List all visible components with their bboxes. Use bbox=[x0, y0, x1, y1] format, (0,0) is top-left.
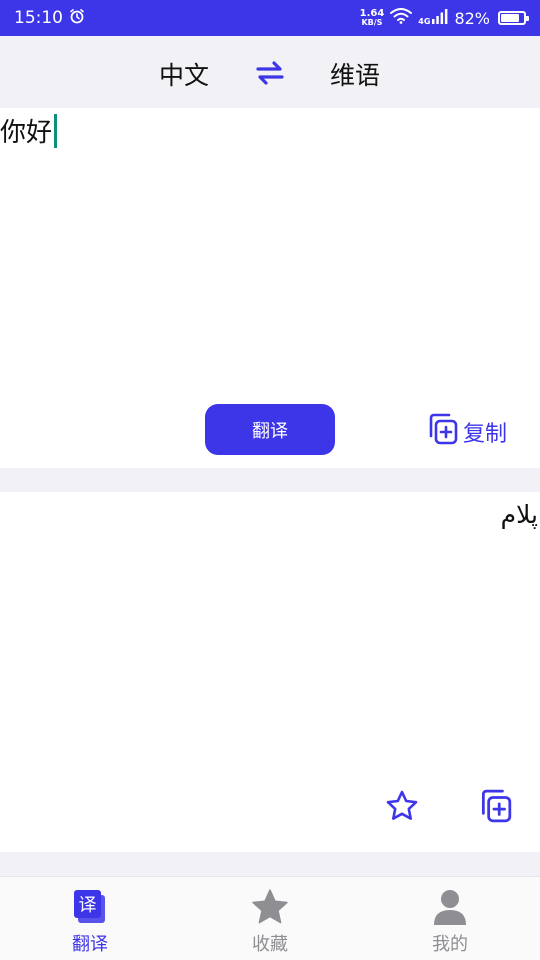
status-time: 15:10 bbox=[14, 8, 63, 28]
bottom-navigation: 译 翻译 收藏 我的 bbox=[0, 876, 540, 960]
translate-icon: 译 bbox=[70, 887, 110, 927]
wifi-icon bbox=[390, 8, 413, 28]
nav-item-favorites[interactable]: 收藏 bbox=[180, 877, 360, 960]
signal-icon bbox=[432, 8, 448, 28]
network-speed-value: 1.64 bbox=[359, 8, 385, 19]
copy-output-icon[interactable] bbox=[477, 788, 513, 824]
output-panel: پلام bbox=[0, 492, 540, 852]
nav-item-translate[interactable]: 译 翻译 bbox=[0, 877, 180, 960]
source-language-button[interactable]: 中文 bbox=[159, 56, 209, 92]
source-text-value: 你好 bbox=[0, 118, 53, 148]
battery-icon bbox=[498, 11, 529, 25]
swap-languages-icon[interactable] bbox=[255, 60, 285, 86]
nav-label-translate: 翻译 bbox=[72, 934, 108, 955]
battery-percent: 82% bbox=[454, 8, 490, 28]
alarm-icon bbox=[69, 8, 85, 29]
translation-output: پلام bbox=[500, 500, 538, 529]
network-speed-unit: KB/S bbox=[361, 18, 383, 27]
network-speed: 1.64 KB/S bbox=[359, 8, 385, 28]
input-panel: 你好 翻译 复制 bbox=[0, 108, 540, 468]
translate-button[interactable]: 翻译 bbox=[205, 404, 335, 455]
translate-icon-glyph: 译 bbox=[79, 895, 97, 916]
network-type: 4G bbox=[418, 17, 431, 26]
battery-fill bbox=[501, 14, 519, 22]
copy-add-icon bbox=[425, 412, 459, 452]
nav-label-favorites: 收藏 bbox=[252, 934, 288, 955]
target-language-button[interactable]: 维语 bbox=[330, 56, 380, 92]
status-right: 1.64 KB/S 4G 82% bbox=[359, 8, 529, 28]
person-icon bbox=[430, 887, 470, 927]
source-text-input[interactable]: 你好 bbox=[0, 112, 58, 149]
copy-button[interactable]: 复制 bbox=[425, 412, 507, 452]
nav-item-me[interactable]: 我的 bbox=[360, 877, 540, 960]
status-bar: 15:10 1.64 KB/S 4G 82% bbox=[0, 0, 540, 36]
text-caret bbox=[54, 113, 58, 148]
language-bar: 中文 维语 bbox=[0, 36, 540, 108]
nav-label-me: 我的 bbox=[432, 934, 468, 955]
star-icon bbox=[250, 887, 290, 927]
favorite-star-icon[interactable] bbox=[385, 789, 419, 823]
copy-label: 复制 bbox=[463, 422, 508, 447]
status-left: 15:10 bbox=[14, 8, 85, 29]
